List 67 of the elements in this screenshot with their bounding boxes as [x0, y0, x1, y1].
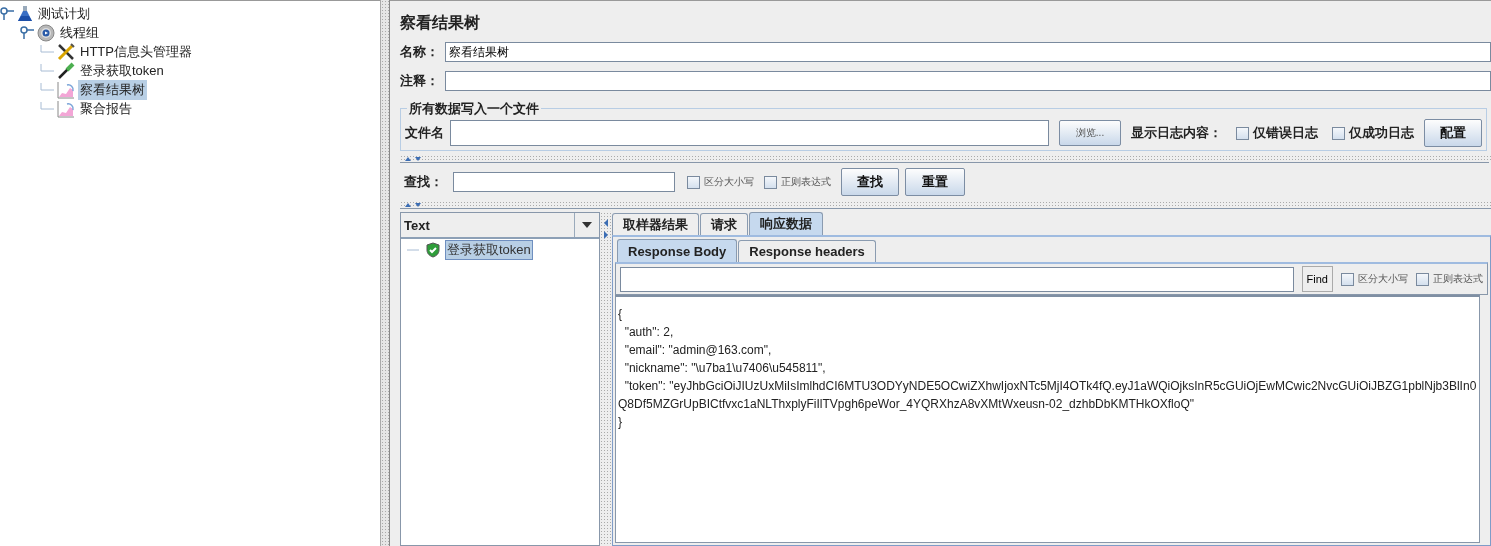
response-text-line: Q8Df5MZGrUpBICtfvxc1aNLThxplyFiIlTVpgh6peWor_4YQRXhzA8vXMtWxeusn-02_dzhbDbKMTHkOXfloQ"	[618, 396, 1195, 413]
tab[interactable]: 请求	[700, 213, 748, 235]
tab[interactable]: 取样器结果	[612, 213, 699, 235]
config-button[interactable]: 配置	[1424, 119, 1482, 147]
chart-icon	[57, 99, 75, 118]
splitter-bar[interactable]	[380, 0, 390, 546]
panel-title: 察看结果树	[400, 13, 481, 33]
tree-item[interactable]: HTTP信息头管理器	[78, 41, 194, 62]
tab[interactable]: 响应数据	[749, 212, 823, 235]
checkbox[interactable]: 仅错误日志	[1236, 124, 1318, 142]
tree-item[interactable]: 测试计划	[36, 3, 92, 24]
name-field[interactable]: 察看结果树	[445, 42, 1491, 62]
find-button[interactable]: Find	[1301, 266, 1333, 292]
collapse-arrows-icon	[603, 218, 609, 240]
flask-icon	[17, 5, 33, 22]
checkbox-box[interactable]	[687, 175, 700, 189]
checkbox[interactable]: 区分大小写	[1341, 272, 1408, 286]
response-text-line: }	[618, 414, 623, 431]
checkbox-box[interactable]	[1332, 126, 1345, 140]
field-label: 文件名	[405, 124, 444, 142]
checkbox[interactable]: 区分大小写	[687, 175, 754, 189]
checkbox-label: 正则表达式	[1433, 272, 1483, 286]
tree-item[interactable]: 聚合报告	[78, 98, 134, 119]
checkbox-label: 区分大小写	[1358, 272, 1408, 286]
field-label: 查找：	[404, 173, 443, 191]
find-field[interactable]	[620, 266, 1294, 292]
dropdown-arrow-icon	[582, 222, 592, 228]
checkbox[interactable]: 正则表达式	[764, 175, 831, 189]
comment-field[interactable]	[445, 71, 1491, 91]
response-text-line: "email": "admin@163.com",	[623, 342, 773, 359]
checkbox-box[interactable]	[1416, 272, 1429, 286]
filename-field[interactable]	[450, 120, 1049, 146]
checkbox-box[interactable]	[1341, 272, 1354, 286]
checkbox[interactable]: 仅成功日志	[1332, 124, 1414, 142]
response-text-line: "auth": 2,	[623, 324, 675, 341]
sample-item[interactable]: 登录获取token	[445, 240, 533, 260]
action-button[interactable]: 查找	[841, 168, 899, 196]
shield-check-icon	[425, 242, 441, 258]
checkbox-box[interactable]	[1236, 126, 1249, 140]
tree-item[interactable]: 察看结果树	[78, 79, 147, 100]
response-text-line: "token": "eyJhbGciOiJIUzUxMiIsImlhdCI6MTU3ODYyNDE5OCwiZXhwIjoxNTc5MjI4OTk4fQ.eyJ1aWQiOjksInR5cGUiOjEwMCwic2NvcGUiOiJBZG1pblNjb3BlIn0	[623, 378, 1477, 395]
renderer-dropdown[interactable]: Text	[401, 213, 599, 239]
field-label: 注释：	[400, 72, 439, 90]
field-label: 名称：	[400, 43, 439, 61]
tree-item[interactable]: 登录获取token	[78, 60, 166, 81]
collapse-arrows-icon	[404, 155, 424, 162]
gear-icon	[37, 23, 55, 42]
tools-icon	[57, 42, 75, 61]
search-field[interactable]	[453, 172, 675, 192]
response-text-line: "nickname": "\u7ba1\u7406\u545811",	[623, 360, 827, 377]
tab[interactable]: Response headers	[738, 240, 876, 262]
checkbox-label: 仅成功日志	[1349, 124, 1414, 142]
checkbox-label: 正则表达式	[781, 175, 831, 189]
collapse-arrows-icon	[404, 201, 424, 208]
response-text-line: {	[618, 306, 623, 323]
action-button[interactable]: 重置	[905, 168, 965, 196]
tab[interactable]: Response Body	[617, 239, 738, 262]
checkbox[interactable]: 正则表达式	[1416, 272, 1483, 286]
tree-item[interactable]: 线程组	[58, 22, 101, 43]
checkbox-label: 仅错误日志	[1253, 124, 1318, 142]
browse-button[interactable]: 浏览...	[1059, 120, 1121, 146]
checkbox-label: 区分大小写	[704, 175, 754, 189]
group-title: 所有数据写入一个文件	[407, 100, 541, 118]
chart-icon	[57, 80, 75, 99]
pipette-icon	[57, 61, 75, 80]
checkbox-box[interactable]	[764, 175, 777, 189]
log-label: 显示日志内容：	[1131, 124, 1222, 142]
